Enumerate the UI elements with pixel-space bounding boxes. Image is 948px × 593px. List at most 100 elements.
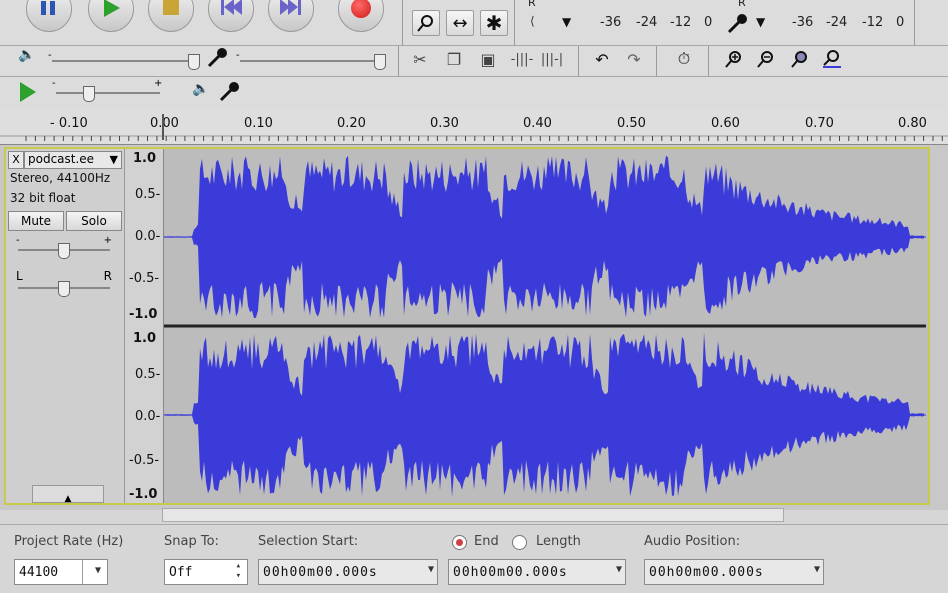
end-radio[interactable] (452, 535, 467, 550)
gain-plus: + (103, 235, 112, 246)
scale-label: -0.5- (129, 453, 160, 468)
fit-project-icon (823, 50, 841, 68)
ruler-label: 0.60 (711, 116, 740, 131)
magnifier-icon (417, 15, 433, 32)
fit-selection-button[interactable] (786, 46, 814, 72)
trim-audio-icon: -|||- (510, 51, 534, 67)
stop-button[interactable] (148, 0, 194, 32)
audio-position-field[interactable]: 00h00m00.000s ▼ (644, 559, 824, 585)
microphone-icon (206, 46, 230, 72)
microphone-icon (727, 14, 747, 34)
pause-button[interactable] (26, 0, 72, 32)
redo-icon: ↷ (627, 49, 641, 69)
spin-arrows-icon: ▴ ▾ (235, 561, 241, 581)
scale-label: 0.5- (135, 367, 161, 382)
meter-tick: -24 (826, 15, 848, 30)
audio-position-label: Audio Position: (644, 534, 741, 549)
skip-start-button[interactable] (208, 0, 254, 32)
dropdown-arrow-icon: ▼ (427, 564, 435, 575)
track-format: Stereo, 44100Hz (10, 171, 111, 185)
play-at-speed-button[interactable] (16, 80, 42, 104)
scale-label: -0.5- (129, 271, 160, 286)
track-name: podcast.ee (28, 152, 95, 166)
pause-icon (41, 1, 57, 15)
copy-icon: ❐ (446, 49, 462, 69)
horizontal-scrollbar[interactable] (162, 508, 784, 522)
meter-tick: -24 (636, 15, 658, 30)
timeshift-tool-button[interactable]: ↔ (446, 10, 474, 36)
double-arrow-icon: ↔ (452, 12, 468, 34)
gain-slider[interactable]: - + (16, 235, 112, 261)
fit-project-button[interactable] (818, 46, 846, 72)
solo-button[interactable]: Solo (66, 211, 122, 231)
scale-label: 1.0 (133, 151, 157, 166)
snap-to-label: Snap To: (164, 534, 219, 549)
asterisk-icon: ✱ (485, 11, 503, 35)
silence-audio-icon: |||-| (540, 51, 564, 67)
redo-button[interactable]: ↷ (620, 46, 648, 72)
microphone-meter-button[interactable]: ▼ (726, 10, 774, 36)
gain-minus: - (16, 235, 20, 246)
pan-left-label: L (16, 269, 23, 283)
dropdown-arrow-icon: ▼ (109, 153, 118, 166)
stop-icon (163, 0, 179, 15)
selection-end-field[interactable]: 00h00m00.000s ▼ (448, 559, 626, 585)
track-menu-button[interactable]: podcast.ee ▼ (24, 151, 122, 169)
stopwatch-icon: ⏱ (677, 49, 691, 68)
mute-button[interactable]: Mute (8, 211, 64, 231)
copy-button[interactable]: ❐ (440, 46, 468, 72)
collapse-arrow-icon: ▲ (64, 494, 72, 504)
length-label: Length (536, 534, 581, 549)
vertical-scale: 1.0 0.5- 0.0- -0.5- -1.0 1.0 0.5- 0.0- -… (125, 149, 164, 503)
playback-speed-slider[interactable]: - + (52, 78, 164, 104)
record-meter-button[interactable]: ⟨ ▼ (530, 12, 582, 34)
scale-label: -1.0 (129, 307, 158, 322)
collapse-track-button[interactable]: ▲ (32, 485, 104, 504)
paste-button[interactable]: ▣ (474, 46, 502, 72)
project-rate-combo[interactable]: 44100 ▼ (14, 559, 108, 585)
trim-button[interactable]: ✂ (406, 46, 434, 72)
undo-button[interactable]: ↶ (588, 46, 616, 72)
pan-right-label: R (103, 269, 112, 283)
top-toolbar: ↔ ✱ R ⟨ ▼ -36 -24 -12 0 ▼ R -36 -24 -12 … (0, 0, 948, 111)
play-icon (20, 82, 36, 102)
skip-end-button[interactable] (268, 0, 314, 32)
audio-position-value: 00h00m00.000s (649, 564, 764, 580)
scale-label: 0.0- (135, 409, 161, 424)
multi-tool-button[interactable]: ✱ (480, 10, 508, 36)
zoom-out-button[interactable] (752, 46, 780, 72)
speaker-icon: 🔈 (192, 81, 210, 97)
meter-tick: -12 (670, 15, 692, 30)
playback-volume-slider[interactable]: - (48, 48, 200, 72)
scissors-icon: ✂ (413, 49, 427, 69)
dropdown-arrow-icon: ▼ (756, 15, 766, 29)
trim-audio-button[interactable]: -|||- (508, 46, 536, 72)
silence-audio-button[interactable]: |||-| (538, 46, 566, 72)
zoom-in-button[interactable] (720, 46, 748, 72)
pan-slider[interactable]: L R (16, 269, 112, 297)
zoom-tool-button[interactable] (412, 10, 440, 36)
scale-label: -1.0 (129, 487, 158, 502)
selection-end-value: 00h00m00.000s (453, 564, 568, 580)
snap-to-select[interactable]: Off ▴ ▾ (164, 559, 248, 585)
play-button[interactable] (88, 0, 134, 32)
recording-volume-slider[interactable]: - (236, 48, 386, 72)
track-close-button[interactable]: X (8, 151, 24, 169)
meter-tick: -36 (792, 15, 814, 30)
selection-start-field[interactable]: 00h00m00.000s ▼ (258, 559, 438, 585)
track-control-panel: X podcast.ee ▼ Stereo, 44100Hz 32 bit fl… (6, 149, 125, 504)
meter-tick: 0 (896, 15, 905, 30)
ruler-label: 0.40 (523, 116, 552, 131)
length-radio[interactable] (512, 535, 527, 550)
paste-icon: ▣ (480, 49, 496, 69)
ruler-label: 0.50 (617, 116, 646, 131)
project-rate-value: 44100 (19, 564, 59, 580)
record-button[interactable] (338, 0, 384, 32)
sync-lock-button[interactable]: ⏱ (670, 46, 698, 72)
dropdown-arrow-icon: ▼ (813, 564, 821, 575)
waveform-area[interactable] (164, 149, 926, 503)
track-bit-depth: 32 bit float (10, 191, 76, 205)
ruler-label: 0.20 (337, 116, 366, 131)
timeline-ruler[interactable]: - 0.10 0.00 0.10 0.20 0.30 0.40 0.50 0.6… (0, 110, 948, 145)
playhead-marker[interactable] (162, 114, 164, 140)
